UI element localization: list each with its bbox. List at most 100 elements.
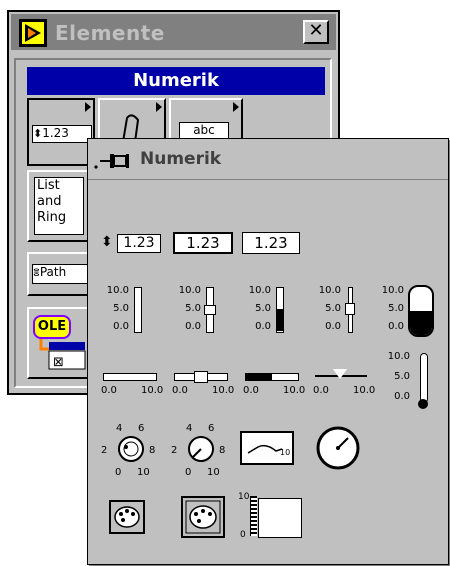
vertical-slider-1[interactable]: 10.0 5.0 0.0 bbox=[101, 285, 161, 345]
scale-label: 5.0 bbox=[325, 303, 341, 314]
dial-tick-10: 10 bbox=[207, 467, 220, 478]
dial-tick-2: 2 bbox=[171, 445, 177, 456]
digital-indicator-sunken[interactable]: 1.23 bbox=[173, 232, 233, 254]
scale-label: 5.0 bbox=[394, 371, 410, 382]
dial-control[interactable]: 4 6 2 8 0 10 bbox=[171, 421, 233, 481]
horizontal-slider-pointer[interactable]: 0.0 10.0 bbox=[313, 365, 379, 405]
vertical-slider-pointer[interactable]: 10.0 5.0 0.0 bbox=[313, 285, 373, 345]
dial-tick-0: 0 bbox=[185, 467, 191, 478]
numeric-item-label: 1.23 bbox=[42, 126, 69, 140]
slider-track bbox=[103, 373, 157, 381]
scale-label: 0.0 bbox=[255, 321, 271, 332]
scale-label: 10.0 bbox=[318, 285, 341, 296]
numerik-subpalette: Numerik ⬍ 1.23 1.23 1.23 10.0 5.0 0.0 10… bbox=[87, 138, 449, 565]
ramp-display bbox=[258, 498, 302, 538]
slider-thumb bbox=[194, 371, 208, 383]
list-ring-palette-button[interactable]: List and Ring bbox=[27, 170, 95, 242]
meter-indicator[interactable]: 10 bbox=[240, 431, 294, 465]
scale-label: 10.0 bbox=[353, 385, 376, 396]
pushpin-icon[interactable] bbox=[94, 149, 138, 173]
vertical-slider-fill[interactable]: 10.0 5.0 0.0 bbox=[243, 285, 303, 345]
thermometer-indicator[interactable]: 10.0 5.0 0.0 bbox=[386, 351, 444, 417]
scale-label: 10.0 bbox=[106, 285, 129, 296]
dial-tick-6: 6 bbox=[208, 423, 214, 434]
numeric-palette-button[interactable]: ⬍1.23 bbox=[27, 98, 95, 166]
scale-label: 0.0 bbox=[113, 321, 129, 332]
slider-track bbox=[134, 287, 142, 333]
tank-indicator[interactable]: 10.0 5.0 0.0 bbox=[380, 285, 444, 347]
scale-label: 0.0 bbox=[313, 385, 329, 396]
knob-tick-6: 6 bbox=[138, 423, 144, 434]
color-ramp-indicator[interactable]: 10 0 bbox=[238, 492, 304, 542]
scale-label: 5.0 bbox=[185, 303, 201, 314]
scale-label: 5.0 bbox=[255, 303, 271, 314]
numeric-control-icon: ⬍1.23 bbox=[32, 125, 92, 143]
color-box-control[interactable] bbox=[109, 500, 145, 534]
thermometer-tube bbox=[420, 353, 428, 403]
subpalette-title: Numerik bbox=[140, 149, 222, 169]
color-box-indicator[interactable] bbox=[181, 496, 225, 538]
path-palette-button[interactable]: ⴻPath bbox=[27, 252, 95, 296]
digital-indicator[interactable]: 1.23 bbox=[242, 232, 300, 254]
ramp-scale bbox=[250, 496, 257, 536]
submenu-arrow-icon bbox=[156, 102, 162, 112]
thermometer-bulb bbox=[418, 399, 428, 409]
knob-tick-0: 0 bbox=[115, 467, 121, 478]
digital-control-value: 1.23 bbox=[117, 234, 161, 253]
scale-label: 0.0 bbox=[394, 391, 410, 402]
scale-label: 5.0 bbox=[388, 303, 404, 314]
knob-tick-4: 4 bbox=[116, 423, 122, 434]
palette-header: Numerik bbox=[27, 67, 325, 95]
scale-label: 10.0 bbox=[141, 385, 164, 396]
scale-label: 10.0 bbox=[283, 385, 306, 396]
scale-label: 5.0 bbox=[113, 303, 129, 314]
slider-fill bbox=[246, 374, 272, 380]
scale-label: 0.0 bbox=[388, 321, 404, 332]
subpalette-title-bar[interactable]: Numerik bbox=[88, 139, 448, 180]
scale-label: 10.0 bbox=[178, 285, 201, 296]
vertical-slider-2[interactable]: 10.0 5.0 0.0 bbox=[173, 285, 233, 345]
slider-thumb bbox=[204, 305, 216, 315]
knob-control[interactable]: 4 6 2 8 0 10 bbox=[101, 421, 163, 481]
scale-label: 0.0 bbox=[185, 321, 201, 332]
slider-pointer bbox=[345, 303, 355, 315]
close-button[interactable]: ✕ bbox=[303, 20, 329, 44]
ole-palette-button[interactable]: OLE ⊠ bbox=[27, 307, 95, 379]
scale-label: 10.0 bbox=[381, 285, 404, 296]
horizontal-slider-fill[interactable]: 0.0 10.0 bbox=[243, 365, 309, 405]
window-title: Elemente bbox=[55, 21, 165, 45]
scale-label: 10.0 bbox=[387, 351, 410, 362]
horizontal-slider-1[interactable]: 0.0 10.0 bbox=[101, 365, 167, 405]
scale-label: 0.0 bbox=[101, 385, 117, 396]
meter-icon: 10 bbox=[247, 444, 290, 457]
scale-label: 10.0 bbox=[212, 385, 235, 396]
increment-arrows-icon: ⬍ bbox=[33, 127, 43, 140]
slider-pointer bbox=[333, 369, 347, 379]
ramp-max-label: 10 bbox=[238, 492, 250, 502]
labview-logo-icon bbox=[19, 19, 47, 47]
digital-control[interactable]: ⬍ 1.23 bbox=[101, 232, 163, 254]
increment-arrows-icon: ⬍ bbox=[101, 234, 113, 250]
path-item-label: Path bbox=[39, 265, 67, 279]
dial-tick-4: 4 bbox=[186, 423, 192, 434]
knob-tick-8: 8 bbox=[149, 445, 155, 456]
slider-fill bbox=[277, 309, 283, 331]
knob-tick-10: 10 bbox=[137, 467, 150, 478]
tank-body bbox=[408, 285, 434, 337]
knob-tick-2: 2 bbox=[101, 445, 107, 456]
refnum-box-icon: ⊠ bbox=[39, 339, 86, 370]
gauge-indicator[interactable] bbox=[314, 424, 362, 472]
color-palette-icon bbox=[185, 500, 221, 534]
path-symbol-icon: ⴻ bbox=[33, 268, 40, 279]
submenu-arrow-icon bbox=[233, 102, 239, 112]
scale-label: 0.0 bbox=[325, 321, 341, 332]
scale-label: 10.0 bbox=[248, 285, 271, 296]
submenu-arrow-icon bbox=[85, 102, 91, 112]
horizontal-slider-2[interactable]: 0.0 10.0 bbox=[172, 365, 238, 405]
color-palette-icon bbox=[114, 506, 140, 528]
tank-fill bbox=[410, 311, 432, 335]
title-bar[interactable]: Elemente ✕ bbox=[11, 14, 336, 50]
list-ring-icon: List and Ring bbox=[34, 177, 84, 235]
path-icon: ⴻPath bbox=[32, 264, 92, 284]
dial-tick-8: 8 bbox=[219, 445, 225, 456]
